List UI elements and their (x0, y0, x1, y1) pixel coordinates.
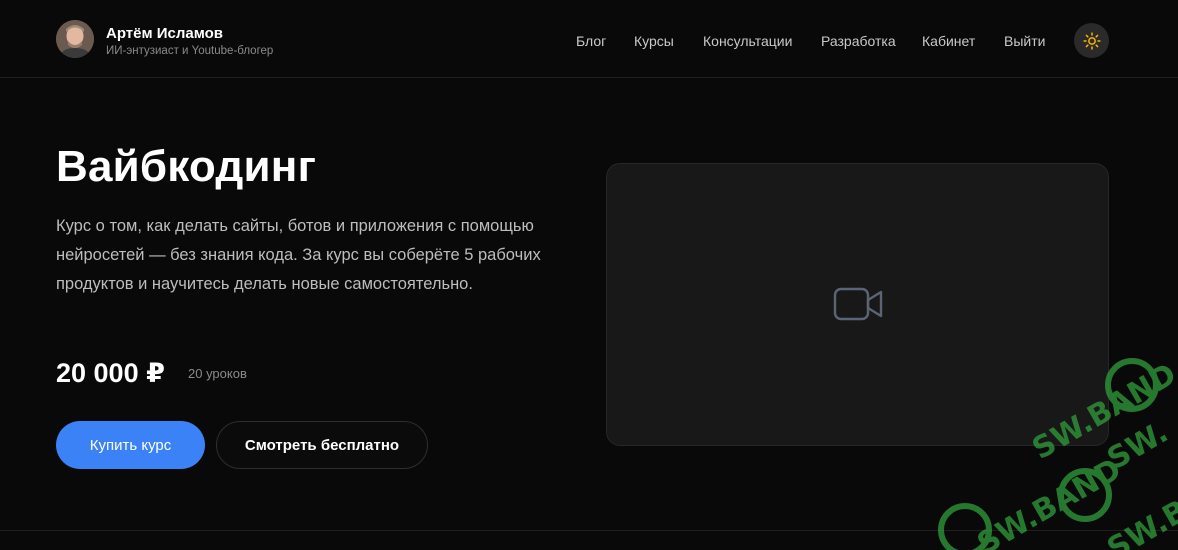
nav-item-blog[interactable]: Блог (576, 33, 606, 49)
lessons-count: 20 уроков (188, 366, 247, 381)
svg-text:SW.B: SW.B (1102, 493, 1178, 550)
theme-toggle-button[interactable] (1074, 23, 1109, 58)
nav-item-logout[interactable]: Выйти (1004, 33, 1045, 49)
buy-course-button[interactable]: Купить курс (56, 421, 205, 469)
site-header: Артём Исламов ИИ-энтузиаст и Youtube-бло… (0, 0, 1178, 78)
nav-item-cabinet[interactable]: Кабинет (922, 33, 975, 49)
watermark: SW.BAND SW. SW.BAND SW.B (900, 330, 1178, 550)
nav-item-courses[interactable]: Курсы (634, 33, 674, 49)
main-nav: Блог Курсы Консультации Разработка Кабин… (0, 33, 1178, 51)
nav-item-development[interactable]: Разработка (821, 33, 896, 49)
sw-band-watermark-logo-icon: SW.BAND SW. SW.BAND SW.B (938, 357, 1178, 550)
course-description: Курс о том, как делать сайты, ботов и пр… (56, 217, 541, 293)
sun-icon (1082, 31, 1101, 50)
course-title: Вайбкодинг (56, 142, 317, 191)
nav-item-consultations[interactable]: Консультации (703, 33, 792, 49)
watch-free-button[interactable]: Смотреть бесплатно (216, 421, 428, 469)
page: Артём Исламов ИИ-энтузиаст и Youtube-бло… (0, 0, 1178, 550)
course-price: 20 000 ₽ (56, 358, 165, 388)
video-camera-icon (833, 287, 883, 321)
